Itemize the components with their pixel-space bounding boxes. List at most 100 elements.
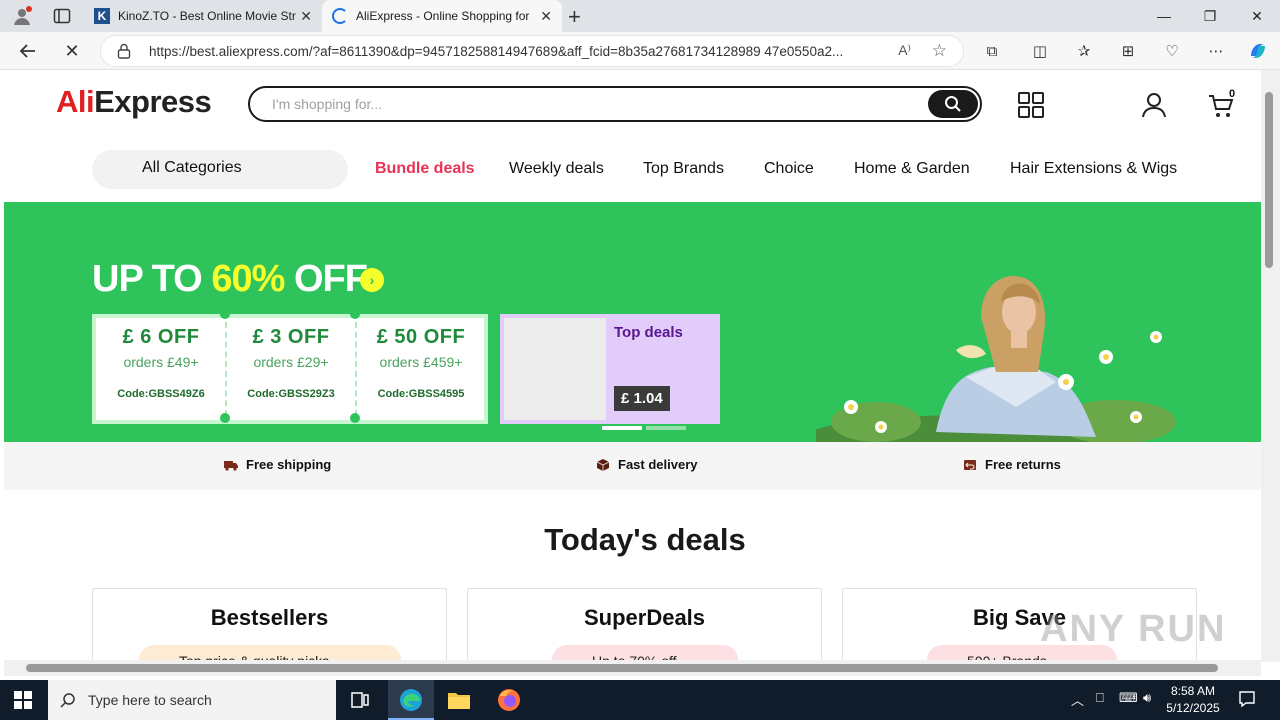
nav-top-brands[interactable]: Top Brands: [643, 160, 724, 178]
browser-essentials-icon[interactable]: ♡: [1160, 40, 1184, 62]
show-hidden-icons[interactable]: ︿: [1071, 690, 1084, 709]
nav-weekly-deals[interactable]: Weekly deals: [509, 160, 604, 178]
coupon[interactable]: £ 3 OFF orders £29+ Code:GBSS29Z3: [226, 318, 356, 420]
meet-now-icon[interactable]: ⎕: [1096, 690, 1104, 706]
deal-card-bestsellers[interactable]: Bestsellers Top price & quality picks: [92, 588, 447, 662]
promo-banner[interactable]: UP TO 60% OFF › £ 6 OFF orders £49+ Code…: [4, 202, 1261, 442]
coupon[interactable]: £ 6 OFF orders £49+ Code:GBSS49Z6: [96, 318, 226, 420]
collections-icon[interactable]: ⊞: [1116, 40, 1140, 62]
nav-choice[interactable]: Choice: [764, 160, 814, 178]
benefit-label: Free returns: [985, 457, 1061, 472]
task-view-icon[interactable]: [350, 690, 370, 710]
package-icon: [596, 458, 610, 471]
close-window-icon[interactable]: ✕: [1234, 0, 1280, 32]
carousel-dot[interactable]: [646, 426, 686, 430]
close-tab-icon[interactable]: ✕: [540, 8, 552, 25]
taskbar-search-placeholder: Type here to search: [88, 692, 212, 708]
edge-taskbar-icon[interactable]: [388, 680, 434, 720]
split-screen-icon[interactable]: ◫: [1028, 40, 1052, 62]
notifications-icon[interactable]: [1238, 690, 1256, 713]
return-box-icon: [964, 459, 976, 470]
new-tab-icon[interactable]: +: [568, 4, 581, 30]
logo-prefix: Ali: [56, 84, 95, 119]
vertical-scrollbar[interactable]: [1261, 70, 1280, 662]
copilot-icon[interactable]: [1246, 40, 1270, 62]
deal-card-superdeals[interactable]: SuperDeals Up to 70% off: [467, 588, 822, 662]
product-image-placeholder: [504, 318, 606, 420]
headline-part3: OFF: [293, 258, 368, 300]
nav-bundle-deals[interactable]: Bundle deals: [375, 160, 475, 178]
chevron-right-icon[interactable]: ›: [360, 268, 384, 292]
coupon-code: Code:GBSS49Z6: [117, 388, 205, 400]
top-deals-price: £ 1.04: [614, 386, 670, 411]
tab-actions-icon[interactable]: [52, 6, 72, 26]
extensions-icon[interactable]: ⧉: [980, 40, 1004, 62]
coupon-notch: [220, 413, 230, 423]
page-content: AliExpress I'm shopping for... 0 All Cat…: [4, 70, 1261, 662]
coupon[interactable]: £ 50 OFF orders £459+ Code:GBSS4595: [356, 318, 486, 420]
coupon-code: Code:GBSS4595: [377, 388, 465, 400]
search-icon: [60, 693, 75, 708]
search-input[interactable]: I'm shopping for...: [248, 86, 982, 122]
truck-icon: [224, 460, 238, 471]
coupon-orders: orders £459+: [379, 354, 463, 370]
tab-aliexpress[interactable]: AliExpress - Online Shopping for ✕: [322, 0, 562, 32]
card-title: Bestsellers: [210, 605, 329, 630]
model-photo: [816, 276, 1176, 442]
horizontal-scrollbar[interactable]: [4, 660, 1261, 676]
all-categories-button[interactable]: All Categories: [92, 150, 348, 189]
search-placeholder: I'm shopping for...: [272, 96, 383, 112]
top-deals-card[interactable]: Top deals £ 1.04: [500, 314, 720, 424]
address-bar[interactable]: https://best.aliexpress.com/?af=8611390&…: [100, 35, 964, 67]
url-text: https://best.aliexpress.com/?af=8611390&…: [149, 44, 844, 59]
category-nav: All Categories Bundle deals Weekly deals…: [4, 150, 1261, 190]
volume-icon[interactable]: 🔊︎: [1143, 690, 1151, 706]
coupon-notch: [220, 309, 230, 319]
coupon-off: £ 50 OFF: [376, 326, 466, 348]
loading-spinner-icon: [332, 8, 348, 24]
anyrun-watermark: ANY RUN: [1040, 608, 1227, 650]
top-deals-title: Top deals: [614, 324, 683, 341]
benefit-free-returns: Free returns: [963, 457, 1061, 472]
read-aloud-icon[interactable]: A⁾: [898, 42, 911, 59]
lock-icon[interactable]: [117, 43, 131, 64]
scroll-thumb[interactable]: [26, 664, 1218, 672]
back-icon[interactable]: [16, 39, 40, 63]
todays-deals-heading: Today's deals: [544, 522, 746, 557]
favorite-star-icon[interactable]: ☆: [932, 41, 947, 61]
file-explorer-icon[interactable]: [447, 690, 471, 715]
coupon-off: £ 6 OFF: [122, 326, 200, 348]
taskbar-search-input[interactable]: Type here to search: [48, 680, 336, 720]
benefit-free-shipping: Free shipping: [224, 457, 331, 472]
coupon-off: £ 3 OFF: [252, 326, 330, 348]
benefits-bar: Free shipping Fast delivery Free returns: [4, 442, 1261, 490]
network-icon[interactable]: ⌨: [1119, 690, 1138, 706]
qr-code-icon[interactable]: [1016, 90, 1046, 120]
aliexpress-logo[interactable]: AliExpress: [56, 84, 212, 120]
benefit-label: Free shipping: [246, 457, 332, 472]
scroll-thumb[interactable]: [1265, 92, 1273, 268]
clock-date: 5/12/2025: [1166, 701, 1220, 715]
benefit-fast-delivery: Fast delivery: [596, 457, 698, 472]
nav-home-garden[interactable]: Home & Garden: [854, 160, 970, 178]
headline-part1: UP TO: [92, 258, 212, 300]
search-button[interactable]: [928, 90, 978, 118]
nav-hair-extensions[interactable]: Hair Extensions & Wigs: [1010, 160, 1177, 178]
settings-more-icon[interactable]: ⋯: [1204, 40, 1228, 62]
windows-start-icon[interactable]: [14, 691, 32, 714]
account-icon[interactable]: [1139, 90, 1169, 120]
tab-kinoz[interactable]: K KinoZ.TO - Best Online Movie Str ✕: [84, 0, 322, 32]
restore-icon[interactable]: ❐: [1187, 0, 1233, 32]
taskbar-clock[interactable]: 8:58 AM 5/12/2025: [1158, 683, 1228, 717]
favorites-icon[interactable]: ✰: [1072, 40, 1096, 62]
carousel-dot-active[interactable]: [602, 426, 642, 430]
stop-loading-icon[interactable]: ✕: [60, 39, 84, 63]
coupon-notch: [350, 309, 360, 319]
kinoz-favicon-icon: K: [94, 8, 110, 24]
firefox-icon[interactable]: [497, 688, 521, 717]
profile-icon[interactable]: [12, 6, 32, 26]
minimize-icon[interactable]: —: [1141, 0, 1187, 32]
tab-title: AliExpress - Online Shopping for: [356, 9, 530, 23]
close-tab-icon[interactable]: ✕: [300, 8, 312, 25]
coupon-orders: orders £49+: [123, 354, 199, 370]
